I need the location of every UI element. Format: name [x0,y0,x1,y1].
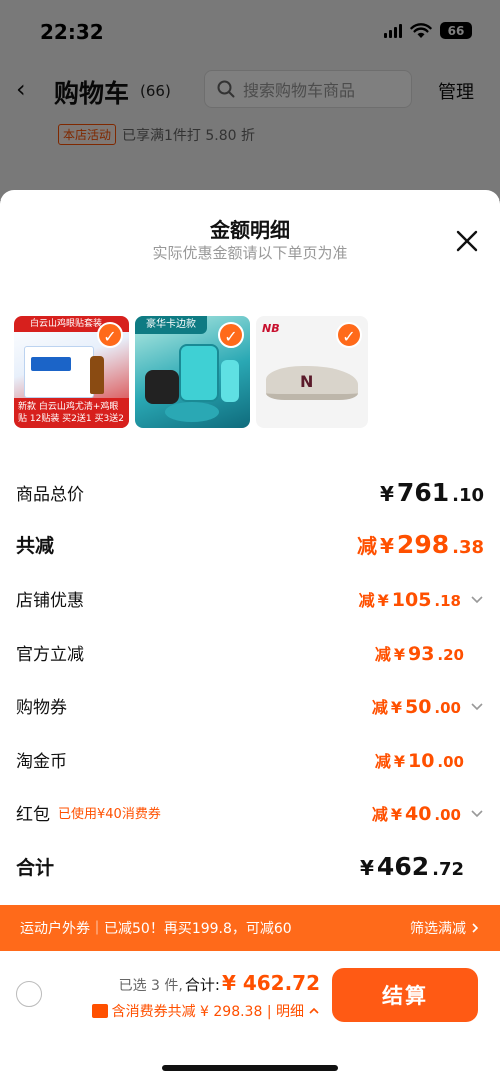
shopping-coupon-value: 减 ¥ 50 .00 [372,694,484,718]
bottle-image [221,360,239,402]
chevron-down-icon[interactable] [470,699,484,713]
product-thumbnail-eye-drop[interactable]: 白云山鸡眼贴套装 新款 白云山鸡尤清+鸡眼贴 12贴装 买2送1 买3送2 ✓ [14,316,129,428]
checkout-button[interactable]: 结算 [332,968,478,1022]
shopping-coupon-label: 购物券 [16,698,67,718]
chevron-up-icon [309,1007,319,1014]
promo-banner-text: 运动户外券｜已减50！再买199.8，可减60 [20,921,292,937]
row-taojinbi: 淘金币 减 ¥ 10 .00 [16,747,484,773]
chevron-down-icon[interactable] [470,592,484,606]
home-indicator [162,1065,338,1071]
red-packet-value: 减 ¥ 40 .00 [372,801,484,825]
product-thumbnail-bucket[interactable]: 豪华卡边款 ✓ [135,316,250,428]
total-amount: ¥ 462.72 [221,971,320,995]
row-red-packet[interactable]: 红包 已使用¥40消费券 减 ¥ 40 .00 [16,800,484,825]
total-label: 合计: [184,976,220,994]
filter-discount-link[interactable]: 筛选满减 [410,918,480,938]
taojinbi-label: 淘金币 [16,752,67,772]
sheet-subtitle: 实际优惠金额请以下单页为准 [152,244,348,262]
product-thumbnails: 白云山鸡眼贴套装 新款 白云山鸡尤清+鸡眼贴 12贴装 买2送1 买3送2 ✓ … [14,316,368,428]
row-shop-discount[interactable]: 店铺优惠 减 ¥ 105 .18 [16,586,484,611]
new-balance-logo: NB [262,322,280,335]
total-discount-label: 共减 [16,535,55,557]
shop-discount-value: 减 ¥ 105 .18 [359,587,484,611]
close-icon[interactable] [454,228,480,254]
row-shopping-coupon[interactable]: 购物券 减 ¥ 50 .00 [16,693,484,718]
taojinbi-value: 减 ¥ 10 .00 [374,749,464,772]
chevron-down-icon[interactable] [470,806,484,820]
product-thumbnail-shoe[interactable]: NB N ✓ [256,316,368,428]
subtotal-label: 合计 [16,857,55,879]
chevron-right-icon [472,923,479,933]
sheet-title: 金额明细 [210,218,290,242]
bottle-image [90,356,104,394]
savings-detail-link[interactable]: 含消费券共减 ¥ 298.38 | 明细 [91,1001,320,1021]
coupon-icon [91,1004,108,1018]
shoe-n-mark: N [300,372,314,391]
subtotal-value: ¥ 462 .72 [360,852,464,881]
bag-image [145,370,179,404]
red-packet-label: 红包 [16,805,50,825]
total-price-label: 商品总价 [16,485,84,505]
official-discount-label: 官方立减 [16,645,84,665]
product-box-image [24,346,94,398]
product-bottom-text: 新款 白云山鸡尤清+鸡眼贴 12贴装 买2送1 买3送2 [14,398,129,428]
footer-summary: 已选 3 件, 合计: ¥ 462.72 [119,971,320,995]
selected-check-icon[interactable]: ✓ [336,322,362,348]
row-total-price: 商品总价 ¥ 761 .10 [16,478,484,507]
savings-text: 含消费券共减 ¥ 298.38 | 明细 [111,1004,304,1020]
red-packet-note: 已使用¥40消费券 [58,807,161,822]
lid-image [165,402,219,422]
selected-check-icon[interactable]: ✓ [97,322,123,348]
row-subtotal: 合计 ¥ 462 .72 [16,852,484,881]
promo-banner[interactable]: 运动户外券｜已减50！再买199.8，可减60 筛选满减 [0,905,500,951]
product-banner: 豪华卡边款 [135,316,207,334]
selected-count: 已选 3 件, [118,978,183,994]
checkout-footer: 已选 3 件, 合计: ¥ 462.72 含消费券共减 ¥ 298.38 | 明… [0,951,500,1081]
row-official-discount: 官方立减 减 ¥ 93 .20 [16,640,484,666]
shop-discount-label: 店铺优惠 [16,591,84,611]
red-packet-label-group: 红包 已使用¥40消费券 [16,800,161,825]
selected-check-icon[interactable]: ✓ [218,322,244,348]
total-discount-value: 减 ¥ 298 .38 [357,530,484,559]
bucket-image [179,344,219,402]
official-discount-value: 减 ¥ 93 .20 [374,642,464,665]
select-all-radio[interactable] [16,981,42,1007]
row-total-discount: 共减 减 ¥ 298 .38 [16,530,484,559]
filter-discount-label: 筛选满减 [410,921,466,937]
total-price-value: ¥ 761 .10 [380,478,484,507]
